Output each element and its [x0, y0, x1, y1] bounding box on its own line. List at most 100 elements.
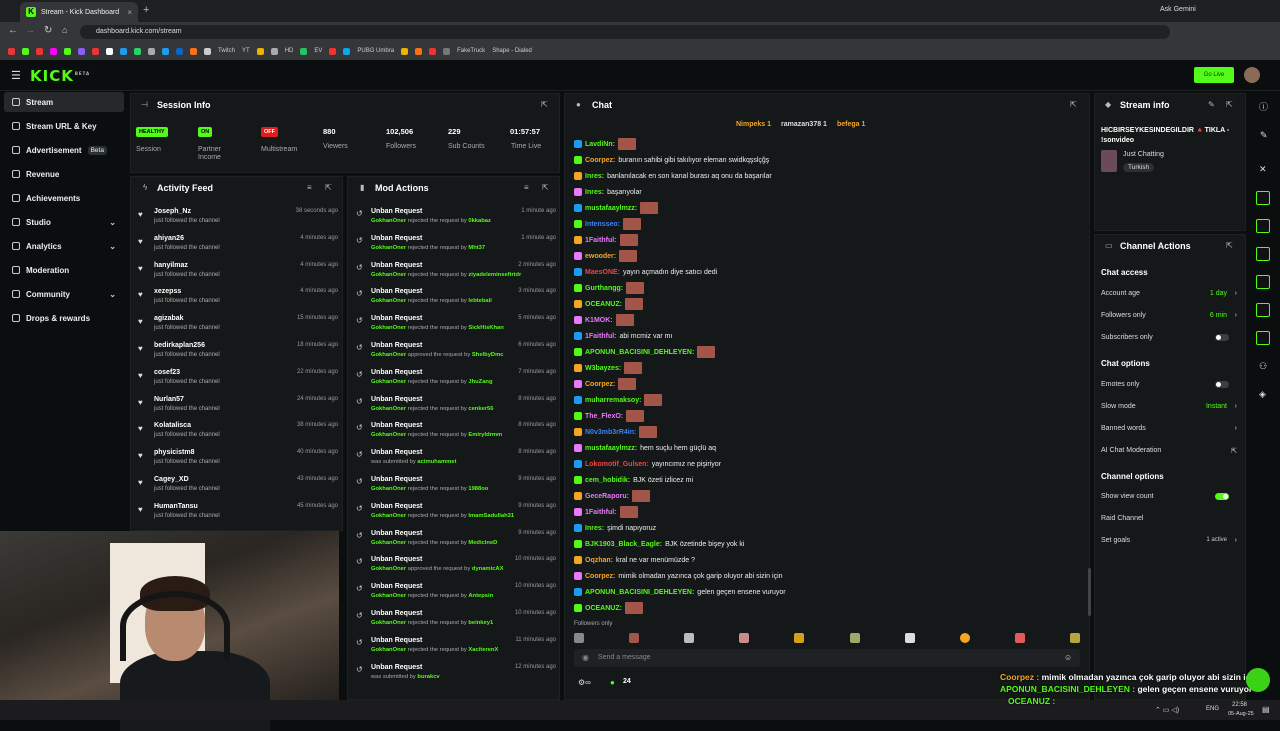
url-field[interactable]: dashboard.kick.com/stream — [80, 25, 1170, 39]
browser-tab[interactable]: K Stream - Kick Dashboard × — [20, 2, 138, 22]
activity-item[interactable]: ♥ hanyilmaz just followed the channel 4 min… — [136, 262, 340, 289]
mod-action-item[interactable]: ↺ Unban Request GokhanOner approved the re… — [354, 342, 558, 369]
home-icon[interactable]: ⌂ — [62, 25, 67, 35]
chat-message[interactable]: mustafaaylmzz: — [574, 201, 659, 215]
subscribers-only-toggle[interactable] — [1215, 334, 1229, 341]
chat-username[interactable]: Oqzhan: — [585, 557, 613, 564]
chat-message[interactable]: W3bayzes: — [574, 361, 643, 375]
chat-message[interactable]: 1Faithful: — [574, 505, 638, 519]
mod-action-item[interactable]: ↺ Unban Request GokhanOner rejected the re… — [354, 288, 558, 315]
kick-logo[interactable]: KICKBETA — [30, 67, 90, 85]
bookmark-icon[interactable] — [329, 47, 337, 55]
popout-icon[interactable]: ⇱ — [1226, 101, 1234, 109]
chat-message[interactable]: Inres: banlanılacak en son kanal burası a… — [574, 169, 772, 183]
chat-message[interactable]: ewooder: — [574, 249, 638, 263]
emote-icon[interactable] — [629, 633, 640, 643]
chat-message[interactable]: Gurthangg: — [574, 281, 645, 295]
bookmark-icon[interactable] — [78, 47, 85, 55]
sidebar-item-stream-url-key[interactable]: Stream URL & Key — [4, 116, 124, 136]
bookmark-icon[interactable] — [22, 47, 29, 55]
chat-message[interactable]: Coorpez: — [574, 377, 637, 391]
bookmark-faketruck[interactable]: FakeTruck — [457, 48, 485, 54]
mod-action-item[interactable]: ↺ Unban Request GokhanOner rejected the re… — [354, 503, 558, 530]
mod-action-item[interactable]: ↺ Unban Request GokhanOner rejected the re… — [354, 235, 558, 262]
activity-item[interactable]: ♥ Joseph_Nz just followed the channel 38 se… — [136, 208, 340, 235]
activity-username[interactable]: Cagey_XD — [154, 476, 189, 483]
chat-username[interactable]: cem_hobidik: — [585, 477, 630, 484]
chat-message[interactable]: Inres: şimdi napıyoruz — [574, 521, 656, 535]
close-icon[interactable]: ✕ — [1259, 164, 1267, 175]
account-age-row[interactable]: Account age 1 day › — [1101, 290, 1237, 302]
set-goals-row[interactable]: Set goals 1 active › — [1101, 537, 1237, 549]
banned-words-row[interactable]: Banned words › — [1101, 425, 1237, 437]
bookmark-icon[interactable] — [204, 47, 211, 55]
mod-action-item[interactable]: ↺ Unban Request GokhanOner rejected the re… — [354, 262, 558, 289]
ask-gemini-button[interactable]: Ask Gemini — [1160, 6, 1196, 13]
bookmark-icon[interactable] — [92, 47, 99, 55]
category-name[interactable]: Just Chatting — [1123, 151, 1164, 158]
bookmark-icon[interactable] — [429, 47, 437, 55]
mod-action-item[interactable]: ↺ Unban Request GokhanOner rejected the re… — [354, 610, 558, 637]
bookmark-icon[interactable] — [415, 47, 423, 55]
mod-action-item[interactable]: ↺ Unban Request GokhanOner rejected the re… — [354, 637, 558, 664]
chat-username[interactable]: 1Faithful: — [585, 333, 617, 340]
bookmark-icon[interactable] — [443, 47, 451, 55]
chat-username[interactable]: Inres: — [585, 525, 604, 532]
mod-action-item[interactable]: ↺ Unban Request GokhanOner rejected the re… — [354, 208, 558, 235]
bookmark-icon[interactable] — [270, 47, 278, 55]
chat-username[interactable]: mustafaaylmzz: — [585, 445, 637, 452]
chat-username[interactable]: Coorpez: — [585, 573, 615, 580]
chat-username[interactable]: LavdiNn: — [585, 141, 615, 148]
chat-username[interactable]: N0v3mb3rR4in: — [585, 429, 636, 436]
bookmark-icon[interactable] — [190, 47, 197, 55]
info-circle-icon[interactable]: ⓘ — [1259, 100, 1268, 113]
lightning-tool-icon[interactable] — [1256, 191, 1270, 205]
activity-item[interactable]: ♥ physicistm8 just followed the channel 40 … — [136, 449, 340, 476]
chat-message[interactable]: N0v3mb3rR4in: — [574, 425, 658, 439]
chat-message[interactable]: 1Faithful: abi mcmiz var mı — [574, 329, 672, 343]
tray-icons[interactable]: ⌃ ▭ ◁) — [1155, 706, 1179, 714]
mod-action-item[interactable]: ↺ Unban Request was submitted by burakcv 1… — [354, 664, 558, 691]
activity-item[interactable]: ♥ HumanTansu just followed the channel 45 m… — [136, 503, 340, 530]
popout-icon[interactable]: ⇱ — [1226, 242, 1234, 250]
slow-mode-row[interactable]: Slow mode Instant › — [1101, 403, 1237, 415]
filter-icon[interactable]: ≡ — [307, 184, 315, 192]
notification-icon[interactable]: ▤ — [1262, 705, 1270, 714]
chat-message[interactable]: BJK1903_Black_Eagle: BJK özetinde bişey y… — [574, 537, 744, 551]
emotes-only-toggle[interactable] — [1215, 381, 1229, 388]
sidebar-item-revenue[interactable]: Revenue — [4, 164, 124, 184]
document-tool-icon[interactable] — [1256, 219, 1270, 233]
chat-message[interactable]: GeceRaporu: — [574, 489, 650, 503]
hamburger-menu-icon[interactable]: ☰ — [11, 69, 21, 82]
emote-icon[interactable] — [794, 633, 805, 643]
gifter-3[interactable]: befega 1 — [837, 121, 865, 128]
bookmark-icon[interactable] — [401, 47, 409, 55]
ai-chat-moderation-row[interactable]: AI Chat Moderation ⇱ — [1101, 447, 1237, 459]
bookmark-folder-ev[interactable]: EV — [314, 48, 322, 54]
chat-message[interactable]: OCEANUZ: — [574, 297, 643, 311]
popout-icon[interactable]: ⇱ — [542, 184, 550, 192]
language-tag[interactable]: Turkish — [1123, 163, 1155, 172]
activity-username[interactable]: hanyilmaz — [154, 262, 188, 269]
mod-action-item[interactable]: ↺ Unban Request GokhanOner rejected the re… — [354, 369, 558, 396]
chat-username[interactable]: Gurthangg: — [585, 285, 623, 292]
chat-username[interactable]: 1Faithful: — [585, 509, 617, 516]
bookmark-folder-yt[interactable]: YT — [242, 48, 250, 54]
raid-channel-row[interactable]: Raid Channel — [1101, 515, 1237, 527]
shield-icon[interactable]: ◈ — [1259, 389, 1266, 400]
settings-icon[interactable]: ⚙∞ — [578, 678, 591, 687]
mod-action-item[interactable]: ↺ Unban Request GokhanOner rejected the re… — [354, 583, 558, 610]
emoji-icon[interactable]: ☺ — [1064, 653, 1072, 662]
chat-message[interactable]: mustafaaylmzz: hem suçlu hem güçlü aq — [574, 441, 716, 455]
pencil-icon[interactable]: ✎ — [1260, 130, 1268, 141]
sidebar-item-achievements[interactable]: Achievements — [4, 188, 124, 208]
emote-icon[interactable] — [849, 633, 860, 643]
new-tab-button[interactable]: + — [143, 4, 149, 16]
bookmark-icon[interactable] — [64, 47, 71, 55]
bookmark-icon[interactable] — [8, 47, 15, 55]
activity-username[interactable]: bedirkaplan256 — [154, 342, 205, 349]
chat-message[interactable]: LavdiNn: — [574, 137, 636, 151]
show-view-count-toggle[interactable] — [1215, 493, 1229, 500]
chat-message[interactable]: APONUN_BACISINI_DEHLEYEN: gelen geçen ens… — [574, 585, 786, 599]
chat-username[interactable]: ewooder: — [585, 253, 616, 260]
